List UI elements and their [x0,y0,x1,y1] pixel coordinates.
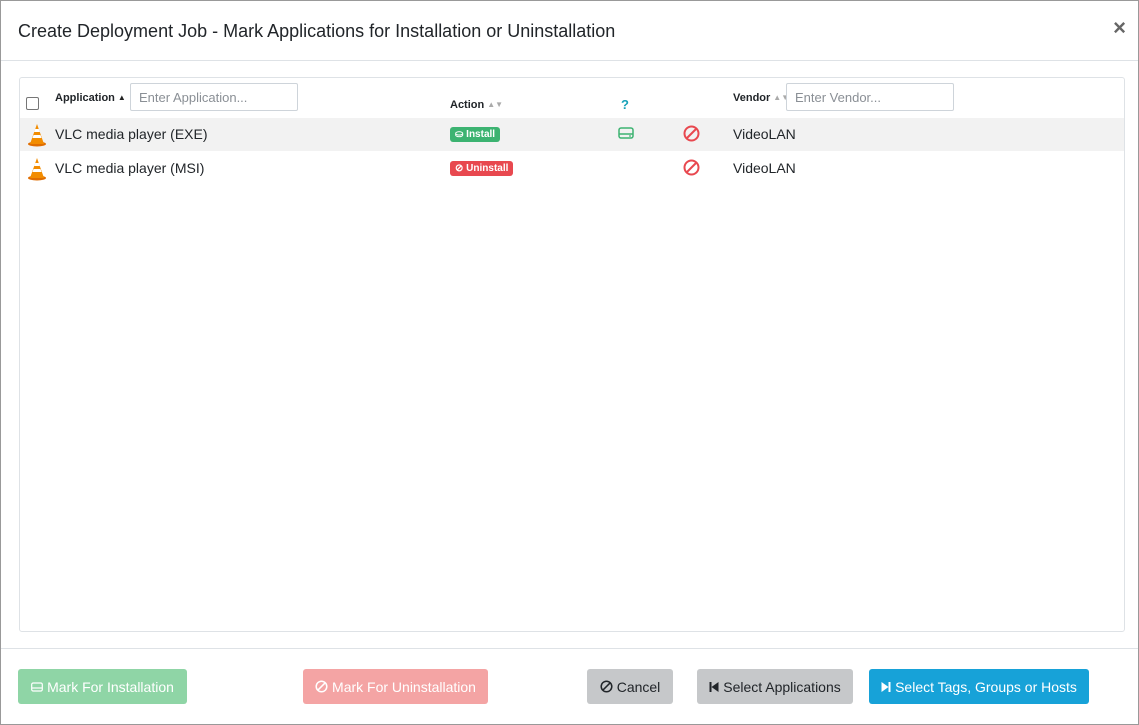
column-header-vendor-label: Vendor [733,92,771,104]
ban-icon[interactable] [683,159,700,176]
action-badge-label: Uninstall [466,163,509,174]
column-header-application[interactable]: Application ▲ [55,92,126,104]
modal-header: Create Deployment Job - Mark Application… [1,1,1138,61]
mark-for-uninstallation-button[interactable]: Mark For Uninstallation [303,669,488,704]
ban-icon[interactable] [683,125,700,142]
table-row[interactable]: VLC media player (MSI) ⊘ Uninstall Video… [20,152,1124,185]
button-label: Select Tags, Groups or Hosts [895,678,1077,695]
step-backward-icon [709,681,719,692]
applications-table: Application▲ Action▲▼ ? Vendor▲▼ VLC med… [19,77,1125,632]
ban-icon [315,680,328,693]
vendor-filter-input[interactable] [786,83,954,111]
button-label: Mark For Uninstallation [332,678,476,695]
action-badge-label: Install [466,129,496,140]
table-row[interactable]: VLC media player (EXE) ⛀ Install VideoLA… [20,118,1124,151]
select-tags-groups-hosts-button[interactable]: Select Tags, Groups or Hosts [869,669,1089,704]
ban-icon [600,680,613,693]
button-label: Mark For Installation [47,678,174,695]
table-header: Application▲ Action▲▼ ? Vendor▲▼ [20,78,1124,119]
vendor-name: VideoLAN [733,126,796,142]
mark-for-installation-button[interactable]: Mark For Installation [18,669,187,704]
application-name: VLC media player (MSI) [55,160,205,176]
action-badge-uninstall: ⊘ Uninstall [450,161,514,176]
button-label: Select Applications [723,678,841,695]
select-applications-button[interactable]: Select Applications [697,669,853,704]
modal-footer: Mark For Installation Mark For Uninstall… [1,648,1138,724]
column-header-vendor[interactable]: Vendor ▲▼ [733,92,789,104]
button-label: Cancel [616,678,661,695]
sort-asc-icon: ▲ [117,93,126,102]
deployment-job-modal: Create Deployment Job - Mark Application… [0,0,1139,725]
sort-icon: ▲▼ [487,100,504,109]
hdd-icon[interactable] [618,126,634,140]
column-header-action[interactable]: Action ▲▼ [450,99,503,111]
select-all-checkbox[interactable] [26,97,39,110]
column-header-action-label: Action [450,99,485,111]
application-name: VLC media player (EXE) [55,126,208,142]
close-icon[interactable]: × [1113,17,1126,39]
vlc-cone-icon [28,124,46,147]
vlc-cone-icon [28,158,46,181]
hdd-icon: ⛀ [455,129,464,140]
column-header-application-label: Application [55,92,115,104]
cancel-button[interactable]: Cancel [587,669,673,704]
action-badge-install: ⛀ Install [450,127,501,142]
modal-title: Create Deployment Job - Mark Application… [18,21,616,41]
step-forward-icon [881,681,891,692]
vendor-name: VideoLAN [733,160,796,176]
ban-icon: ⊘ [455,163,464,174]
application-filter-input[interactable] [130,83,298,111]
hdd-icon [31,681,43,692]
help-icon[interactable]: ? [621,97,629,112]
